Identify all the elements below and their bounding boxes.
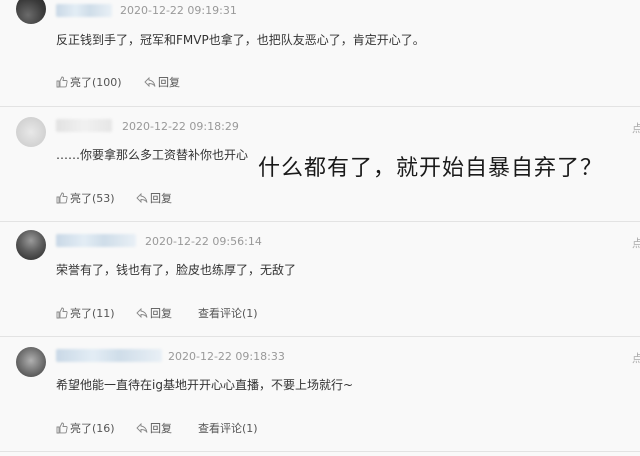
comment-item: 2020-12-22 09:19:31 反正钱到手了，冠军和FMVP也拿了，也把… (0, 0, 640, 107)
comment-time: 2020-12-22 09:19:31 (120, 4, 237, 17)
reply-label: 回复 (150, 192, 172, 205)
comment-item: 2020-12-22 09:56:14 点 荣誉有了，钱也有了，脸皮也练厚了，无… (0, 222, 640, 337)
comment-item: 2020-12-22 09:18:33 点 希望他能一直待在ig基地开开心心直播… (0, 337, 640, 452)
comment-time: 2020-12-22 09:18:29 (122, 120, 239, 133)
avatar[interactable] (16, 347, 46, 377)
thumbs-up-icon (56, 76, 68, 88)
view-comments-link[interactable]: 查看评论(1) (198, 305, 258, 321)
reply-label: 回复 (158, 76, 180, 89)
comment-time: 2020-12-22 09:56:14 (145, 235, 262, 248)
avatar[interactable] (16, 230, 46, 260)
reply-button[interactable]: 回复 (136, 190, 172, 206)
username[interactable] (56, 349, 162, 362)
reply-label: 回复 (150, 307, 172, 320)
reply-icon (136, 422, 148, 434)
reply-icon (136, 192, 148, 204)
comment-text: 希望他能一直待在ig基地开开心心直播，不要上场就行~ (56, 378, 354, 392)
like-button[interactable]: 亮了(11) (56, 305, 115, 321)
like-button[interactable]: 亮了(16) (56, 420, 115, 436)
username[interactable] (56, 119, 112, 132)
thumbs-up-icon (56, 422, 68, 434)
like-label: 亮了(11) (70, 307, 115, 320)
like-label: 亮了(16) (70, 422, 115, 435)
avatar[interactable] (16, 117, 46, 147)
side-char[interactable]: 点 (632, 350, 640, 366)
like-label: 亮了(100) (70, 76, 122, 89)
thumbs-up-icon (56, 192, 68, 204)
reply-icon (144, 76, 156, 88)
reply-button[interactable]: 回复 (136, 305, 172, 321)
like-label: 亮了(53) (70, 192, 115, 205)
username[interactable] (56, 4, 112, 17)
reply-icon (136, 307, 148, 319)
side-char[interactable]: 点 (632, 235, 640, 251)
view-comments-link[interactable]: 查看评论(1) (198, 420, 258, 436)
username[interactable] (56, 234, 136, 247)
reply-label: 回复 (150, 422, 172, 435)
avatar[interactable] (16, 0, 46, 24)
comment-time: 2020-12-22 09:18:33 (168, 350, 285, 363)
like-button[interactable]: 亮了(53) (56, 190, 115, 206)
overlay-caption: 什么都有了，就开始自暴自弃了？ (258, 156, 604, 181)
reply-button[interactable]: 回复 (136, 420, 172, 436)
thumbs-up-icon (56, 307, 68, 319)
comment-text: ……你要拿那么多工资替补你也开心 (56, 148, 249, 162)
comment-text: 反正钱到手了，冠军和FMVP也拿了，也把队友恶心了，肯定开心了。 (56, 33, 425, 47)
comment-text: 荣誉有了，钱也有了，脸皮也练厚了，无敌了 (56, 263, 297, 277)
side-char[interactable]: 点 (632, 120, 640, 136)
like-button[interactable]: 亮了(100) (56, 74, 122, 90)
reply-button[interactable]: 回复 (144, 74, 180, 90)
